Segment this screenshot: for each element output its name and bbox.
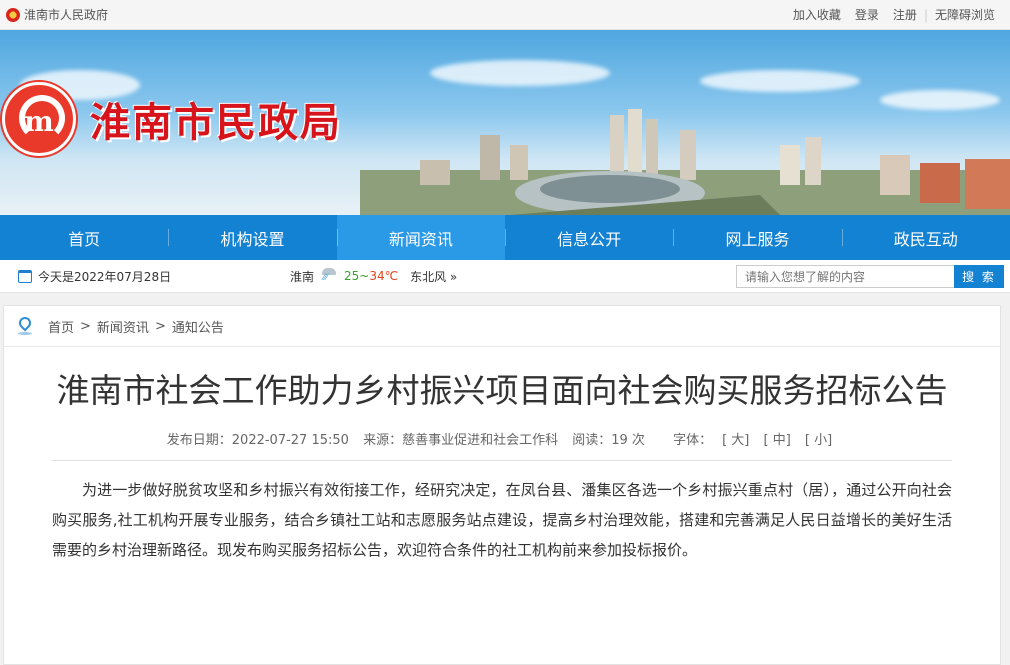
login-link[interactable]: 登录 bbox=[848, 6, 886, 23]
weather-widget: 淮南 25~34℃ 东北风 » bbox=[290, 268, 457, 285]
article-paragraph: 为进一步做好脱贫攻坚和乡村振兴有效衔接工作，经研究决定，在凤台县、潘集区各选一个… bbox=[52, 481, 952, 559]
article-title: 淮南市社会工作助力乡村振兴项目面向社会购买服务招标公告 bbox=[56, 371, 948, 410]
article-panel: 首页 > 新闻资讯 > 通知公告 淮南市社会工作助力乡村振兴项目面向社会购买服务… bbox=[3, 305, 1001, 665]
civil-affairs-logo-icon[interactable]: m bbox=[2, 82, 76, 156]
breadcrumb-notices[interactable]: 通知公告 bbox=[172, 317, 224, 336]
city-skyline-image bbox=[360, 109, 1010, 215]
breadcrumb-separator: > bbox=[154, 318, 166, 334]
breadcrumb: 首页 > 新闻资讯 > 通知公告 bbox=[4, 306, 1000, 347]
add-favorite-link[interactable]: 加入收藏 bbox=[786, 6, 848, 23]
nav-item-news[interactable]: 新闻资讯 bbox=[336, 215, 505, 260]
nav-item-online-service[interactable]: 网上服务 bbox=[673, 215, 841, 260]
top-bar-left: 淮南市人民政府 bbox=[6, 6, 108, 23]
article-meta: 发布日期：2022-07-27 15:50 来源：慈善事业促进和社会工作科 阅读… bbox=[4, 429, 1000, 448]
nav-item-info-disclosure[interactable]: 信息公开 bbox=[504, 215, 673, 260]
location-pin-icon bbox=[18, 317, 32, 335]
top-bar-links: 加入收藏 登录 注册 | 无障碍浏览 bbox=[786, 6, 1002, 23]
breadcrumb-home[interactable]: 首页 bbox=[48, 317, 74, 336]
font-size-medium-button[interactable]: [ 中] bbox=[764, 433, 791, 448]
site-search: 搜 索 bbox=[736, 265, 1004, 288]
wind-link[interactable]: 东北风 » bbox=[410, 268, 457, 285]
nav-item-home[interactable]: 首页 bbox=[0, 215, 168, 260]
today-date: 今天是2022年07月28日 bbox=[38, 269, 172, 284]
font-size-label: 字体： bbox=[673, 433, 713, 448]
view-count: 阅读：19 次 bbox=[572, 433, 645, 448]
publish-date: 发布日期：2022-07-27 15:50 bbox=[166, 433, 349, 448]
national-emblem-icon bbox=[6, 7, 20, 22]
meta-divider bbox=[52, 460, 952, 461]
main-nav: 首页 机构设置 新闻资讯 信息公开 网上服务 政民互动 bbox=[0, 215, 1010, 260]
site-branding: m 淮南市民政局 bbox=[0, 82, 342, 156]
font-size-large-button[interactable]: [ 大] bbox=[722, 433, 749, 448]
search-button[interactable]: 搜 索 bbox=[954, 265, 1004, 288]
search-input[interactable] bbox=[736, 265, 954, 288]
register-link[interactable]: 注册 bbox=[886, 6, 924, 23]
top-bar: 淮南市人民政府 加入收藏 登录 注册 | 无障碍浏览 bbox=[0, 0, 1010, 30]
calendar-icon bbox=[18, 269, 32, 283]
article-source: 来源：慈善事业促进和社会工作科 bbox=[363, 433, 559, 448]
breadcrumb-separator: > bbox=[80, 318, 91, 334]
nav-item-organization[interactable]: 机构设置 bbox=[168, 215, 336, 260]
info-bar: 今天是2022年07月28日 淮南 25~34℃ 东北风 » 搜 索 bbox=[0, 260, 1010, 293]
accessibility-link[interactable]: 无障碍浏览 bbox=[928, 6, 1002, 23]
breadcrumb-news[interactable]: 新闻资讯 bbox=[97, 317, 149, 336]
temperature: 25~34℃ bbox=[344, 269, 399, 283]
font-size-small-button[interactable]: [ 小] bbox=[805, 433, 832, 448]
gov-site-link[interactable]: 淮南市人民政府 bbox=[24, 6, 108, 23]
weather-city: 淮南 bbox=[290, 269, 315, 284]
rain-icon bbox=[320, 268, 338, 284]
site-title: 淮南市民政局 bbox=[90, 99, 342, 146]
header-banner: m 淮南市民政局 bbox=[0, 30, 1010, 215]
nav-item-interaction[interactable]: 政民互动 bbox=[841, 215, 1010, 260]
